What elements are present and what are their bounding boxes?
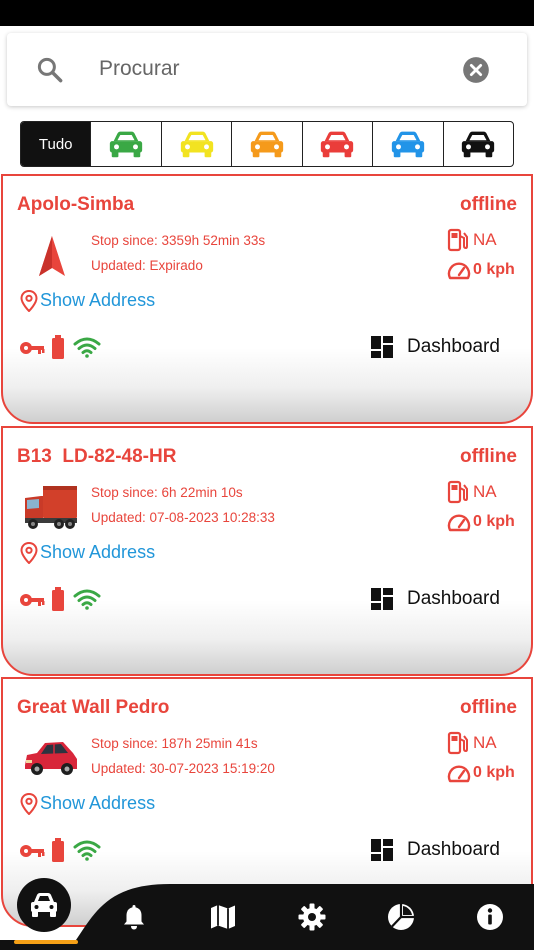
search-input[interactable] <box>99 51 439 87</box>
car-black-icon <box>462 131 495 158</box>
dashboard-button[interactable]: Dashboard <box>407 336 500 358</box>
updated-text: Updated: Expirado <box>91 258 203 273</box>
red-car-photo <box>25 742 77 775</box>
location-pin-icon[interactable] <box>20 290 38 312</box>
filter-tab-all-label: Tudo <box>38 135 73 153</box>
car-red-icon <box>321 131 354 158</box>
dashboard-icon[interactable] <box>370 335 394 359</box>
gear-icon[interactable] <box>297 902 327 932</box>
clear-search-icon[interactable] <box>462 56 490 84</box>
search-icon[interactable] <box>35 55 65 85</box>
show-address-link[interactable]: Show Address <box>40 793 155 814</box>
filter-tab-yellow[interactable] <box>160 122 231 166</box>
speed-value: 0 kph <box>473 513 515 530</box>
dashboard-button[interactable]: Dashboard <box>407 588 500 610</box>
location-pin-icon[interactable] <box>20 542 38 564</box>
wifi-signal-icon <box>73 840 101 861</box>
filter-tab-all[interactable]: Tudo <box>21 122 91 166</box>
location-pin-icon[interactable] <box>20 793 38 815</box>
car-blue-icon <box>391 131 424 158</box>
car-green-icon <box>109 131 143 158</box>
filter-tab-orange[interactable] <box>231 122 301 166</box>
navigation-arrow-icon <box>39 236 65 276</box>
nav-vehicles-button[interactable] <box>17 878 71 932</box>
ignition-key-icon <box>20 594 45 606</box>
fuel-pump-icon <box>447 228 468 252</box>
stop-since-text: Stop since: 187h 25min 41s <box>91 736 258 751</box>
vehicle-name: B13 LD-82-48-HR <box>17 446 177 467</box>
bottom-navigation <box>0 870 534 950</box>
ignition-key-icon <box>20 342 45 354</box>
battery-icon <box>52 335 64 359</box>
dashboard-icon[interactable] <box>370 838 394 862</box>
vehicle-name: Apolo-Simba <box>17 194 135 215</box>
dashboard-button[interactable]: Dashboard <box>407 839 500 861</box>
speedometer-icon <box>447 765 471 783</box>
speedometer-icon <box>447 514 471 532</box>
status-bar <box>0 0 534 26</box>
truck-photo <box>25 486 77 529</box>
updated-text: Updated: 30-07-2023 15:19:20 <box>91 761 275 776</box>
stop-since-text: Stop since: 6h 22min 10s <box>91 485 243 500</box>
fuel-pump-icon <box>447 480 468 504</box>
status-badge: offline <box>460 194 517 215</box>
speed-value: 0 kph <box>473 261 515 278</box>
info-icon[interactable] <box>475 902 505 932</box>
filter-tab-blue[interactable] <box>372 122 442 166</box>
fuel-value: NA <box>473 482 497 501</box>
pie-chart-icon[interactable] <box>386 902 416 932</box>
updated-text: Updated: 07-08-2023 10:28:33 <box>91 510 275 525</box>
vehicle-card[interactable]: B13 LD-82-48-HR offline Stop since: 6h 2… <box>1 426 533 676</box>
wifi-signal-icon <box>73 337 101 358</box>
fuel-value: NA <box>473 733 497 752</box>
active-tab-indicator <box>14 940 78 944</box>
fuel-value: NA <box>473 230 497 249</box>
search-bar <box>7 33 527 106</box>
filter-tab-black[interactable] <box>442 122 513 166</box>
vehicle-filter-tabs: Tudo <box>20 121 514 167</box>
dashboard-icon[interactable] <box>370 587 394 611</box>
car-yellow-icon <box>180 131 213 158</box>
car-orange-icon <box>250 131 284 158</box>
speedometer-icon <box>447 262 471 280</box>
bell-icon[interactable] <box>119 902 149 932</box>
filter-tab-green[interactable] <box>90 122 160 166</box>
filter-tab-red[interactable] <box>301 122 372 166</box>
battery-icon <box>52 587 64 611</box>
map-icon[interactable] <box>208 902 238 932</box>
battery-icon <box>52 838 64 862</box>
fuel-pump-icon <box>447 731 468 755</box>
status-badge: offline <box>460 446 517 467</box>
show-address-link[interactable]: Show Address <box>40 542 155 563</box>
bottom-nav-background <box>0 884 534 950</box>
speed-value: 0 kph <box>473 764 515 781</box>
status-badge: offline <box>460 697 517 718</box>
stop-since-text: Stop since: 3359h 52min 33s <box>91 233 266 248</box>
car-icon <box>31 893 57 917</box>
vehicle-name: Great Wall Pedro <box>17 697 170 718</box>
wifi-signal-icon <box>73 589 101 610</box>
show-address-link[interactable]: Show Address <box>40 290 155 311</box>
ignition-key-icon <box>20 845 45 857</box>
vehicle-card[interactable]: Apolo-Simba offline Stop since: 3359h 52… <box>1 174 533 424</box>
